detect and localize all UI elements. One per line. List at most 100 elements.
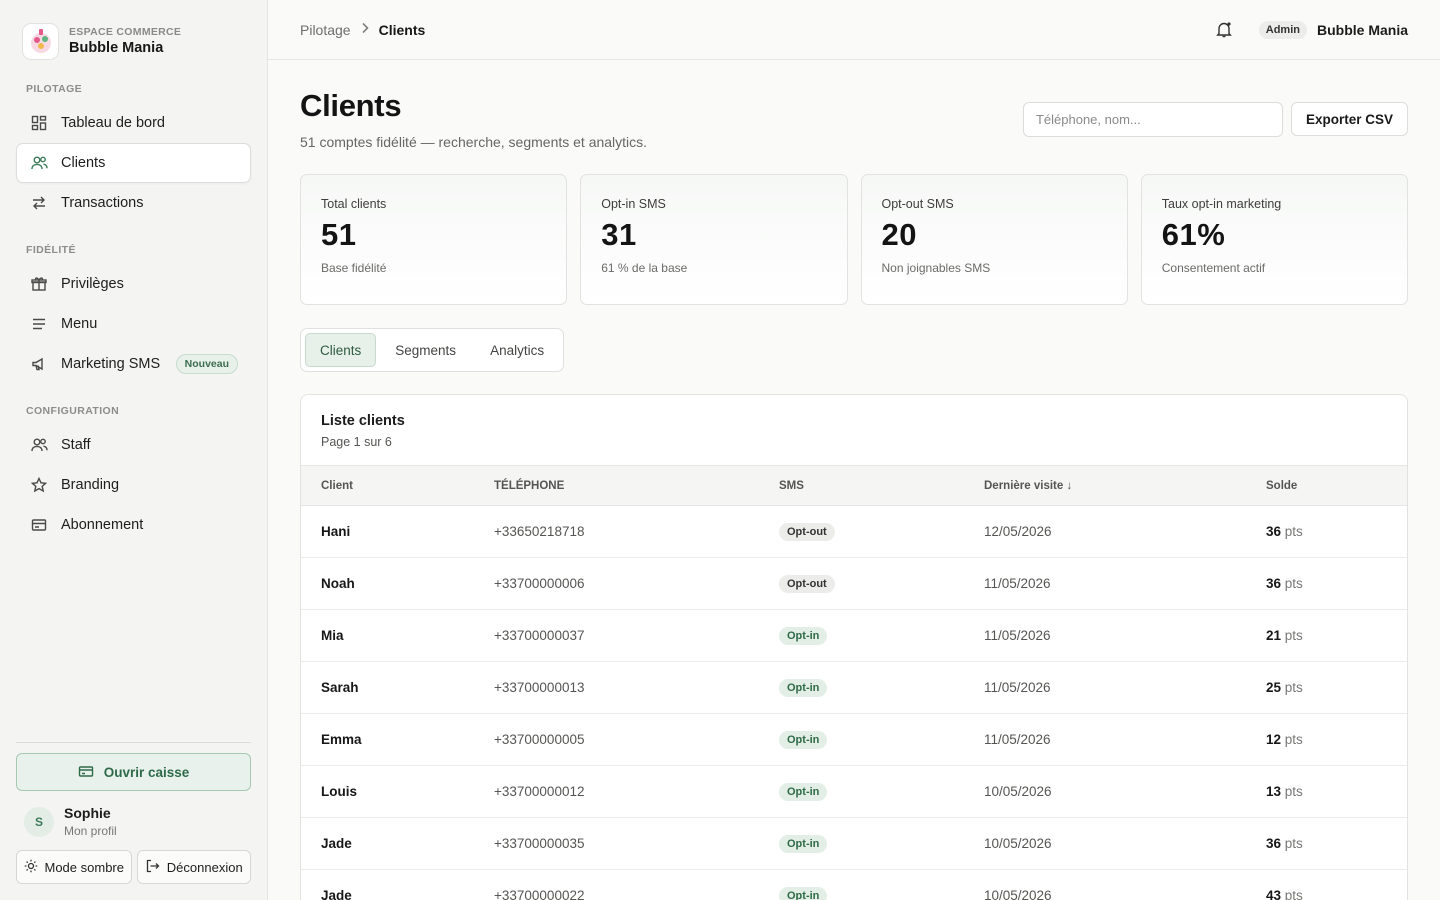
sms-cell: Opt-out xyxy=(759,505,964,558)
client-name: Louis xyxy=(301,765,474,818)
table-row[interactable]: Jade +33700000022 Opt-in 10/05/2026 43 pts xyxy=(301,869,1407,900)
dark-mode-button[interactable]: Mode sombre xyxy=(16,850,132,884)
last-visit: 12/05/2026 xyxy=(964,505,1246,558)
stat-label: Total clients xyxy=(321,197,387,211)
table-row[interactable]: Louis +33700000012 Opt-in 10/05/2026 13 pts xyxy=(301,765,1407,818)
column-header-client[interactable]: Client xyxy=(301,466,474,506)
balance-value: 36 xyxy=(1266,576,1282,591)
stat-label: Taux opt-in marketing xyxy=(1161,197,1282,211)
sidebar: ESPACE COMMERCE Bubble Mania PILOTAGE Ta… xyxy=(0,0,268,900)
arrows-exchange-icon xyxy=(29,193,49,213)
stats-row: Total clients 51 Base fidélité Opt-in SM… xyxy=(300,174,1408,305)
sidebar-item-label: Menu xyxy=(61,316,98,332)
last-visit: 10/05/2026 xyxy=(964,869,1246,900)
bell-icon[interactable] xyxy=(1213,19,1235,41)
topbar: Pilotage Clients Admin Bubble Mania xyxy=(268,0,1440,60)
balance-unit: pts xyxy=(1284,888,1303,900)
shop-name[interactable]: Bubble Mania xyxy=(1317,22,1408,38)
sidebar-item-label: Abonnement xyxy=(61,517,144,533)
balance-value: 43 xyxy=(1266,888,1282,900)
open-register-label: Ouvrir caisse xyxy=(103,764,190,780)
profile-link[interactable]: Mon profil xyxy=(64,824,117,838)
sidebar-item-label: Marketing SMS xyxy=(61,356,161,372)
export-csv-button[interactable]: Exporter CSV xyxy=(1290,102,1408,136)
tab-analytics[interactable]: Analytics xyxy=(475,333,559,367)
brand-eyebrow: ESPACE COMMERCE xyxy=(69,26,182,38)
tab-segments[interactable]: Segments xyxy=(380,333,471,367)
balance-value: 25 xyxy=(1266,680,1282,695)
brand: ESPACE COMMERCE Bubble Mania xyxy=(16,0,251,60)
user-name: Sophie xyxy=(64,805,111,821)
client-name: Jade xyxy=(301,869,474,900)
column-header-balance[interactable]: Solde xyxy=(1246,466,1407,506)
logout-icon xyxy=(145,859,160,876)
stat-sub: 61 % de la base xyxy=(601,261,688,275)
column-header-sms[interactable]: SMS xyxy=(759,466,964,506)
main-area: Pilotage Clients Admin Bubble Mania Clie… xyxy=(268,0,1440,900)
sms-status-badge: Opt-out xyxy=(779,522,835,541)
column-header-telephone[interactable]: TÉLÉPHONE xyxy=(474,466,759,506)
sidebar-item-privileges[interactable]: Privilèges xyxy=(16,264,251,304)
clients-table: Client TÉLÉPHONE SMS Dernière visite ↓ S… xyxy=(301,465,1407,900)
stat-label: Opt-out SMS xyxy=(881,197,954,211)
breadcrumb-current: Clients xyxy=(378,21,426,38)
gift-icon xyxy=(29,274,49,294)
dark-mode-label: Mode sombre xyxy=(44,859,124,875)
table-row[interactable]: Hani +33650218718 Opt-out 12/05/2026 36 pts xyxy=(301,505,1407,558)
table-row[interactable]: Emma +33700000005 Opt-in 11/05/2026 12 pts xyxy=(301,713,1407,766)
balance-cell: 36 pts xyxy=(1246,557,1407,610)
sidebar-item-marketing-sms[interactable]: Marketing SMS Nouveau xyxy=(16,344,251,384)
stat-card-optin-rate: Taux opt-in marketing 61% Consentement a… xyxy=(1140,174,1408,305)
balance-cell: 12 pts xyxy=(1246,713,1407,766)
sms-status-badge: Opt-in xyxy=(779,782,828,801)
sms-status-badge: Opt-in xyxy=(779,834,828,853)
users-icon xyxy=(29,153,49,173)
sidebar-item-abonnement[interactable]: Abonnement xyxy=(16,505,251,545)
sidebar-item-menu[interactable]: Menu xyxy=(16,304,251,344)
sidebar-item-branding[interactable]: Branding xyxy=(16,465,251,505)
register-icon xyxy=(78,764,94,781)
sidebar-item-staff[interactable]: Staff xyxy=(16,425,251,465)
column-header-last-visit[interactable]: Dernière visite ↓ xyxy=(964,466,1246,506)
balance-value: 36 xyxy=(1266,524,1282,539)
breadcrumb-pilotage[interactable]: Pilotage xyxy=(300,22,351,38)
client-phone: +33700000005 xyxy=(474,713,759,766)
table-row[interactable]: Mia +33700000037 Opt-in 11/05/2026 21 pts xyxy=(301,609,1407,662)
breadcrumb: Pilotage Clients xyxy=(300,22,425,38)
table-row[interactable]: Sarah +33700000013 Opt-in 11/05/2026 25 pts xyxy=(301,661,1407,714)
sms-status-badge: Opt-in xyxy=(779,730,828,749)
sidebar-item-transactions[interactable]: Transactions xyxy=(16,183,251,223)
sun-icon xyxy=(24,859,38,876)
client-phone: +33700000012 xyxy=(474,765,759,818)
sms-cell: Opt-in xyxy=(759,609,964,662)
user-profile[interactable]: S Sophie Mon profil xyxy=(16,791,251,850)
tab-clients[interactable]: Clients xyxy=(305,333,377,367)
stat-sub: Base fidélité xyxy=(321,261,387,275)
balance-cell: 13 pts xyxy=(1246,765,1407,818)
table-row[interactable]: Jade +33700000035 Opt-in 10/05/2026 36 pts xyxy=(301,817,1407,870)
table-row[interactable]: Noah +33700000006 Opt-out 11/05/2026 36 pts xyxy=(301,557,1407,610)
sms-status-badge: Opt-in xyxy=(779,886,828,900)
clients-list-card: Liste clients Page 1 sur 6 Client TÉLÉPH… xyxy=(300,394,1408,900)
stat-card-optin-sms: Opt-in SMS 31 61 % de la base xyxy=(580,174,848,305)
sidebar-item-clients[interactable]: Clients xyxy=(16,143,251,183)
last-visit: 11/05/2026 xyxy=(964,609,1246,662)
client-name: Sarah xyxy=(301,661,474,714)
balance-cell: 36 pts xyxy=(1246,505,1407,558)
nav-section-fidelite: FIDÉLITÉ xyxy=(26,244,76,256)
sidebar-item-tableau-de-bord[interactable]: Tableau de bord xyxy=(16,103,251,143)
table-header-row: Client TÉLÉPHONE SMS Dernière visite ↓ S… xyxy=(301,465,1407,506)
client-name: Mia xyxy=(301,609,474,662)
balance-unit: pts xyxy=(1284,680,1303,695)
stat-value: 20 xyxy=(881,217,917,252)
last-visit: 11/05/2026 xyxy=(964,713,1246,766)
stat-card-optout-sms: Opt-out SMS 20 Non joignables SMS xyxy=(860,174,1128,305)
brand-logo xyxy=(22,22,59,60)
star-icon xyxy=(29,475,49,495)
sidebar-item-label: Clients xyxy=(61,155,106,171)
balance-cell: 43 pts xyxy=(1246,869,1407,900)
balance-unit: pts xyxy=(1284,836,1303,851)
search-input[interactable] xyxy=(1022,102,1283,137)
open-register-button[interactable]: Ouvrir caisse xyxy=(16,753,251,791)
logout-button[interactable]: Déconnexion xyxy=(136,850,251,884)
